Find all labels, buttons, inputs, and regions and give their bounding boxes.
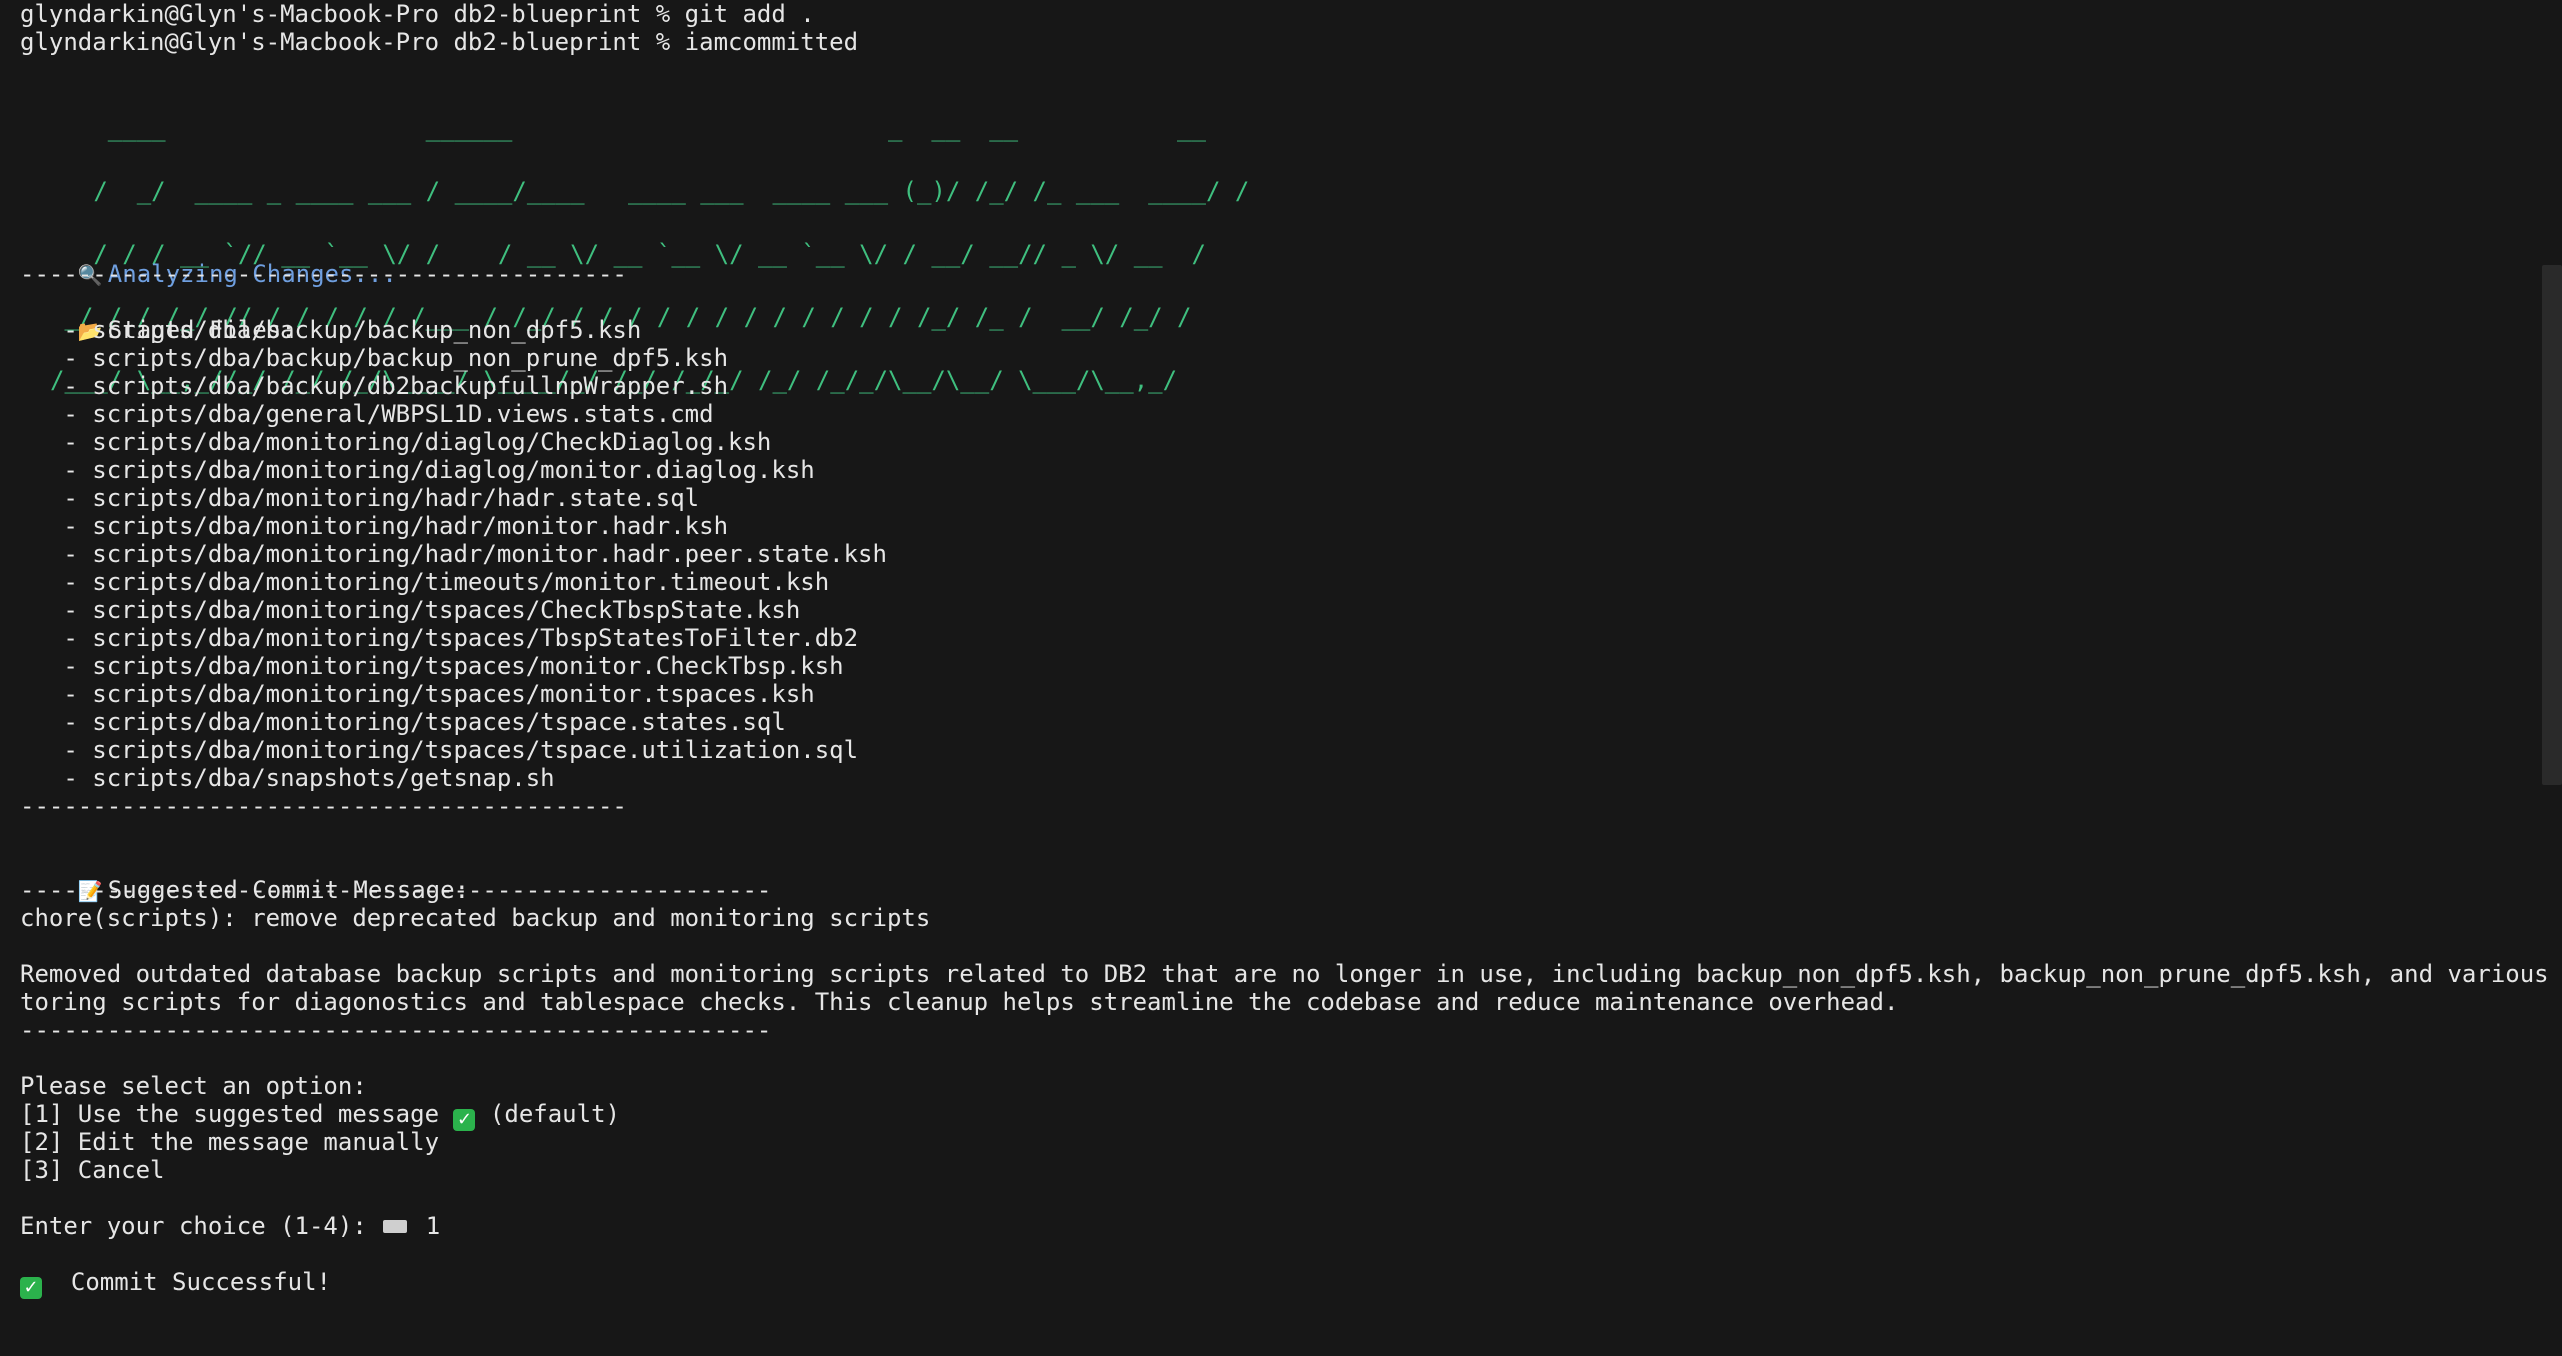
separator: ----------------------------------------… xyxy=(20,876,772,904)
option-1-default: (default) xyxy=(475,1100,620,1128)
option-1-label: [1] Use the suggested message xyxy=(20,1100,454,1128)
file-path: scripts/dba/monitoring/tspaces/tspace.st… xyxy=(92,708,786,736)
banner-line: ____ ______ _ __ __ __ xyxy=(50,114,1206,142)
staged-file-item: - scripts/dba/monitoring/tspaces/monitor… xyxy=(20,652,844,680)
file-path: scripts/dba/monitoring/tspaces/CheckTbsp… xyxy=(92,596,801,624)
separator: ----------------------------------------… xyxy=(20,260,627,288)
staged-file-item: - scripts/dba/monitoring/hadr/monitor.ha… xyxy=(20,512,729,540)
file-path: scripts/dba/monitoring/tspaces/monitor.t… xyxy=(92,680,815,708)
file-path: scripts/dba/monitoring/diaglog/monitor.d… xyxy=(92,456,815,484)
prompt-line-iamcommitted: glyndarkin@Glyn's-Macbook-Pro db2-bluepr… xyxy=(20,28,859,56)
file-path: scripts/dba/monitoring/hadr/monitor.hadr… xyxy=(92,540,887,568)
option-2: [2] Edit the message manually xyxy=(20,1128,440,1156)
scrollbar[interactable] xyxy=(2542,265,2562,785)
staged-file-item: - scripts/dba/monitoring/tspaces/tspace.… xyxy=(20,736,859,764)
staged-file-item: - scripts/dba/monitoring/hadr/monitor.ha… xyxy=(20,540,887,568)
banner-ascii-art: ____ ______ _ __ __ __ / _/ ____ _ ____ … xyxy=(50,56,2562,392)
banner-line: / _/ ____ _ ____ ___ / ____/____ ____ __… xyxy=(50,177,1250,205)
option-1: [1] Use the suggested message ✓ (default… xyxy=(20,1100,2562,1131)
check-icon: ✓ xyxy=(20,1277,42,1299)
choice-line[interactable]: Enter your choice (1-4): 1 xyxy=(20,1212,2562,1240)
result-line: ✓ Commit Successful! xyxy=(20,1268,2562,1299)
separator: ----------------------------------------… xyxy=(20,792,627,820)
staged-file-item: - scripts/dba/backup/backup_non_prune_dp… xyxy=(20,344,729,372)
staged-file-item: - scripts/dba/general/WBPSL1D.views.stat… xyxy=(20,400,714,428)
file-path: scripts/dba/monitoring/timeouts/monitor.… xyxy=(92,568,830,596)
file-path: scripts/dba/backup/db2backupfullnpWrappe… xyxy=(92,372,729,400)
choice-value: 1 xyxy=(425,1212,441,1240)
commit-body-line: toring scripts for diagonostics and tabl… xyxy=(20,988,1899,1016)
file-path: scripts/dba/monitoring/tspaces/tspace.ut… xyxy=(92,736,859,764)
file-path: scripts/dba/monitoring/diaglog/CheckDiag… xyxy=(92,428,772,456)
staged-file-item: - scripts/dba/monitoring/diaglog/monitor… xyxy=(20,456,815,484)
commit-body-line: Removed outdated database backup scripts… xyxy=(20,960,2562,988)
file-path: scripts/dba/monitoring/hadr/monitor.hadr… xyxy=(92,512,729,540)
separator: ----------------------------------------… xyxy=(20,1016,772,1044)
file-path: scripts/dba/monitoring/tspaces/TbspState… xyxy=(92,624,859,652)
file-path: scripts/dba/snapshots/getsnap.sh xyxy=(92,764,555,792)
file-path: scripts/dba/monitoring/tspaces/monitor.C… xyxy=(92,652,844,680)
terminal-window[interactable]: glyndarkin@Glyn's-Macbook-Pro db2-bluepr… xyxy=(0,0,2562,1356)
staged-file-item: - scripts/dba/monitoring/tspaces/monitor… xyxy=(20,680,815,708)
commit-success-label: Commit Successful! xyxy=(70,1268,331,1296)
staged-file-item: - scripts/dba/monitoring/tspaces/tspace.… xyxy=(20,708,786,736)
staged-file-item: - scripts/dba/monitoring/tspaces/TbspSta… xyxy=(20,624,859,652)
file-path: scripts/dba/backup/backup_non_dpf5.ksh xyxy=(92,316,642,344)
staged-file-item: - scripts/dba/monitoring/diaglog/CheckDi… xyxy=(20,428,772,456)
staged-file-item: - scripts/dba/monitoring/hadr/hadr.state… xyxy=(20,484,700,512)
keyboard-icon xyxy=(383,1220,408,1233)
file-path: scripts/dba/monitoring/hadr/hadr.state.s… xyxy=(92,484,700,512)
staged-file-item: - scripts/dba/backup/backup_non_dpf5.ksh xyxy=(20,316,642,344)
staged-file-item: - scripts/dba/snapshots/getsnap.sh xyxy=(20,764,555,792)
staged-file-item: - scripts/dba/monitoring/tspaces/CheckTb… xyxy=(20,596,801,624)
file-path: scripts/dba/general/WBPSL1D.views.stats.… xyxy=(92,400,714,428)
commit-subject: chore(scripts): remove deprecated backup… xyxy=(20,904,931,932)
choice-prompt: Enter your choice (1-4): xyxy=(20,1212,382,1240)
staged-file-item: - scripts/dba/monitoring/timeouts/monito… xyxy=(20,568,830,596)
suggested-heading: 📝 Suggested Commit Message: xyxy=(20,848,2562,904)
options-prompt: Please select an option: xyxy=(20,1072,367,1100)
check-icon: ✓ xyxy=(453,1109,476,1131)
file-path: scripts/dba/backup/backup_non_prune_dpf5… xyxy=(92,344,729,372)
prompt-line-git-add: glyndarkin@Glyn's-Macbook-Pro db2-bluepr… xyxy=(20,0,815,28)
staged-file-item: - scripts/dba/backup/db2backupfullnpWrap… xyxy=(20,372,729,400)
option-3: [3] Cancel xyxy=(20,1156,165,1184)
